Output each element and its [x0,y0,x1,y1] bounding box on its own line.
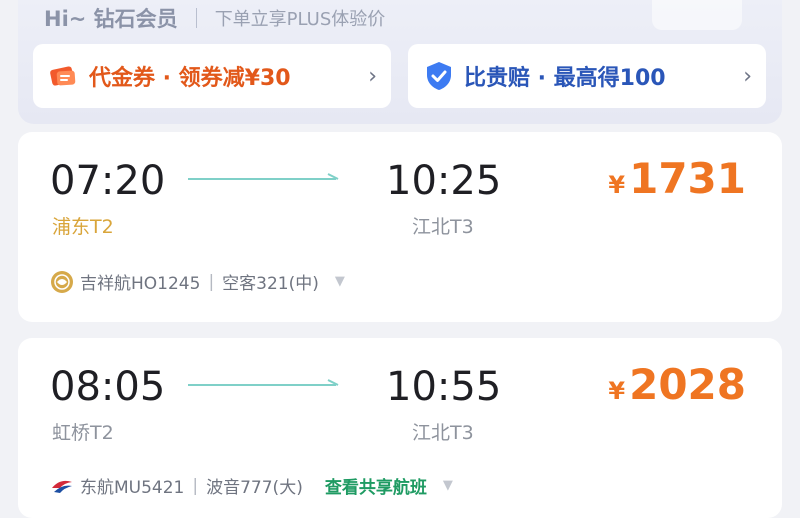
departure-time: 07:20 [50,158,166,204]
coupon-promo-text: 代金券 · 领券减¥30 [89,66,291,91]
airline-info-row: 吉祥航HO1245 | 空客321(中) ▼ [50,269,345,294]
aircraft-type: 空客321(中) [222,274,319,294]
juneyao-airline-logo-icon [51,270,73,293]
price-guarantee-text: 比贵赔 · 最高得100 [464,66,666,91]
airline-flight-number: 吉祥航HO1245 [80,274,201,294]
departure-time: 08:05 [50,364,166,410]
arrival-airport: 江北T3 [412,422,474,444]
shield-check-icon [427,62,451,90]
member-subtitle: 下单立享PLUS体验价 [214,9,386,30]
arrival-airport: 江北T3 [412,216,474,238]
currency-symbol: ¥ [608,377,626,405]
airline-flight-number: 东航MU5421 [80,478,185,498]
flight-card[interactable]: 08:05 10:55 虹桥T2 江北T3 ¥ 2028 东航MU5421 | … [18,338,782,518]
member-greeting: Hi~ 钻石会员 [44,7,178,31]
flight-price: ¥ 2028 [608,360,746,409]
view-codeshare-link[interactable]: 查看共享航班 [325,473,427,498]
departure-airport: 虹桥T2 [52,422,114,444]
divider: | [208,271,215,292]
currency-symbol: ¥ [608,171,626,199]
china-eastern-logo-icon [52,480,72,493]
member-greeting-row: Hi~ 钻石会员 下单立享PLUS体验价 [44,0,385,36]
coupon-icon [50,66,76,86]
flight-price: ¥ 1731 [608,154,746,203]
airline-info-row: 东航MU5421 | 波音777(大) 查看共享航班 ▼ [50,473,453,498]
divider [195,8,197,28]
arrival-time: 10:55 [386,364,502,410]
chevron-right-icon: › [743,63,752,89]
chevron-right-icon: › [368,63,377,89]
price-value: 2028 [629,360,746,409]
departure-airport: 浦东T2 [52,216,114,238]
route-arrow-icon [188,379,339,386]
aircraft-type: 波音777(大) [206,478,303,498]
price-value: 1731 [629,154,746,203]
coupon-promo-button[interactable]: 代金券 · 领券减¥30 › [33,44,391,108]
price-guarantee-promo-button[interactable]: 比贵赔 · 最高得100 › [408,44,766,108]
decorative-card-graphic [652,0,742,30]
flight-card[interactable]: 07:20 10:25 浦东T2 江北T3 ¥ 1731 吉祥航HO1245 |… [18,132,782,322]
dropdown-triangle-icon[interactable]: ▼ [335,274,345,289]
route-arrow-icon [188,173,339,180]
arrival-time: 10:25 [386,158,502,204]
dropdown-triangle-icon[interactable]: ▼ [443,478,453,493]
divider: | [192,475,199,496]
